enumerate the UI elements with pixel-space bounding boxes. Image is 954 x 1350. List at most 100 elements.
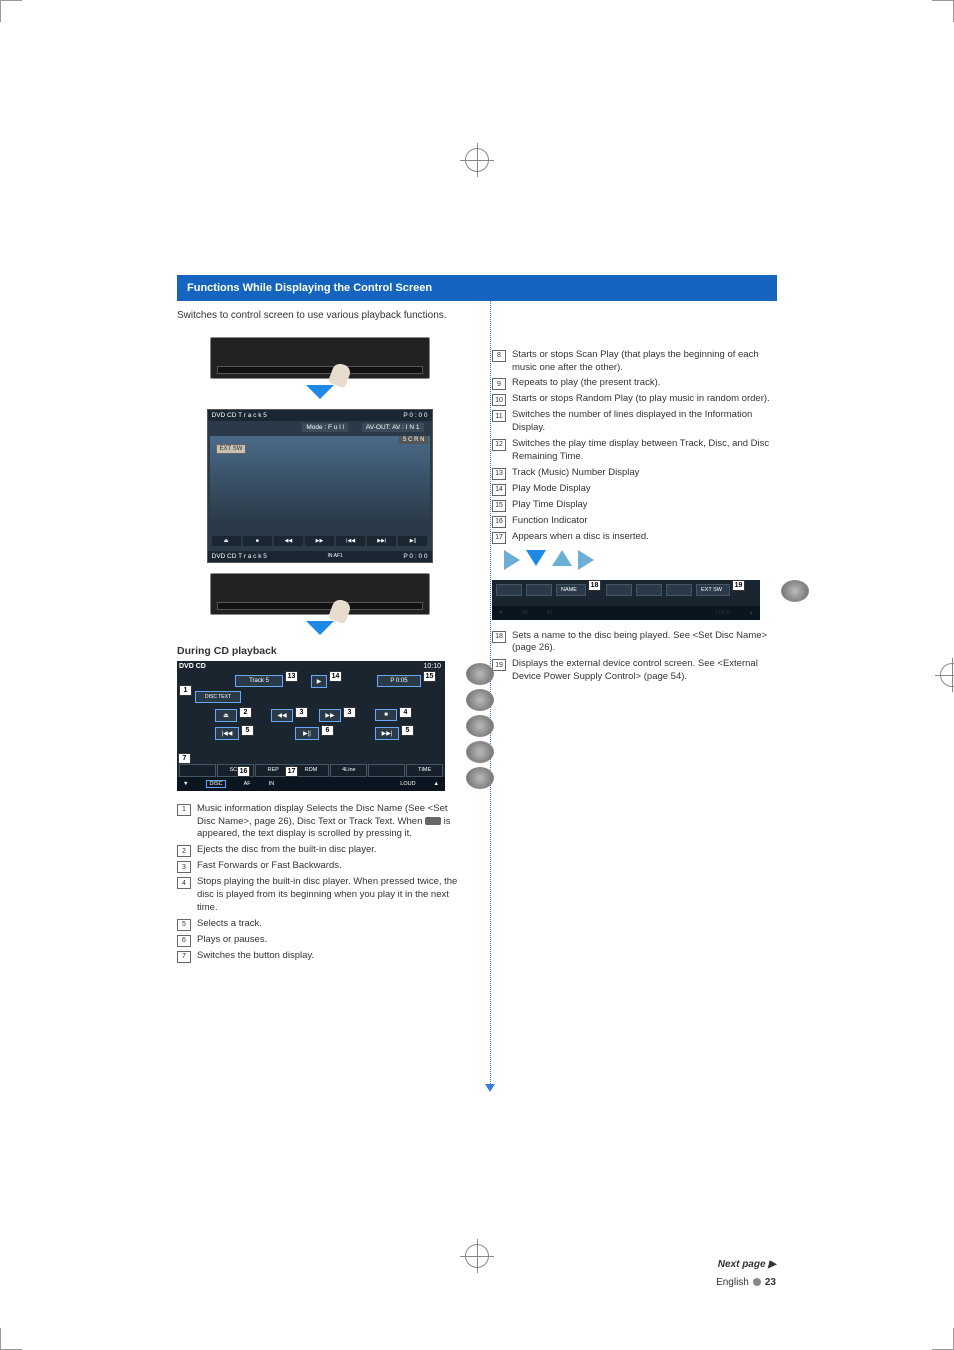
list-text: Starts or stops Scan Play (that plays th…	[512, 349, 777, 375]
footer-lang: English	[716, 1277, 749, 1288]
list-number: 5	[177, 919, 191, 931]
callout-3b: 3	[343, 707, 356, 718]
eject-icon: ⏏	[212, 536, 241, 546]
callout-6: 6	[321, 725, 334, 736]
dial-icon	[466, 767, 494, 789]
list-item: 2Ejects the disc from the built-in disc …	[177, 844, 462, 857]
left-column: DVD CD T r a c k 5 P 0 : 0 0 Mode : F u …	[177, 337, 462, 966]
crop-mark	[932, 0, 954, 22]
eject-icon: ⏏	[215, 709, 237, 722]
cd-title: DVD CD	[179, 663, 206, 670]
foot-down: ▼	[498, 610, 503, 616]
4line-button: 4Line	[330, 764, 367, 777]
rewind-icon: ◀◀	[274, 536, 303, 546]
list-number: 2	[177, 845, 191, 857]
list-item: 10 Starts or stops Random Play (to play m…	[492, 393, 777, 406]
list-text: Play Mode Display	[512, 483, 777, 496]
list-text: Repeats to play (the present track).	[512, 377, 777, 390]
button-strip-screen: NAME 18 EXT SW 19 ▼ AF IN LOUD ▲	[492, 580, 760, 620]
strip-footer: ▼ AF IN LOUD ▲	[492, 606, 760, 620]
list-item: 13 Track (Music) Number Display	[492, 467, 777, 480]
next-page: Next page ▶	[718, 1259, 776, 1270]
list-text: Stops playing the built-in disc player. …	[197, 876, 462, 914]
dial-icon	[781, 580, 809, 602]
cd-clock: 10:10	[423, 663, 441, 670]
list-number: 7	[177, 951, 191, 963]
foot-in: IN	[269, 781, 275, 787]
list-item: 1Music information display Selects the D…	[177, 803, 462, 841]
crop-mark	[932, 1328, 954, 1350]
cd-footer: ▼ DISC 16 AF IN 17 LOUD ▲	[177, 777, 445, 791]
intro-text: Switches to control screen to use variou…	[177, 309, 777, 323]
list-number: 9	[492, 378, 506, 390]
bottom-button-bar: 7 SCN REP RDM 4Line TIME	[179, 764, 443, 777]
list-text: Starts or stops Random Play (to play mus…	[512, 393, 777, 406]
list-text: Function Indicator	[512, 515, 777, 528]
strip-blank	[636, 584, 662, 596]
list-text: Appears when a disc is inserted.	[512, 531, 777, 544]
dot-icon	[753, 1278, 761, 1286]
registration-mark	[940, 663, 954, 687]
foot-af: AF	[521, 610, 528, 616]
list-number: 13	[492, 468, 506, 480]
list-number: 8	[492, 350, 506, 362]
callout-5b: 5	[401, 725, 414, 736]
foot-loud: LOUD	[400, 781, 415, 787]
callout-14: 14	[329, 671, 342, 682]
prev-icon: |◀◀	[336, 536, 365, 546]
foot-loud: LOUD	[715, 610, 730, 616]
list-item: 7Switches the button display.	[177, 950, 462, 963]
bs-button-row: ⏏ ■ ◀◀ ▶▶ |◀◀ ▶▶| ▶||	[212, 536, 428, 546]
list-number: 6	[177, 935, 191, 947]
rdm-button: RDM	[293, 764, 330, 777]
cd-subhead: During CD playback	[177, 645, 462, 657]
arrow-up-icon	[552, 550, 572, 566]
side-dial-icons	[466, 663, 496, 789]
thin-screenshot-top	[210, 337, 430, 379]
ffwd-icon: ▶▶	[305, 536, 334, 546]
list-text: Music information display Selects the Di…	[197, 803, 462, 841]
callout-13: 13	[285, 671, 298, 682]
dial-icon	[466, 715, 494, 737]
right-numbered-list-b: 18Sets a name to the disc being played. …	[492, 630, 777, 684]
stop-icon: ■	[375, 709, 397, 721]
list-item: 4Stops playing the built-in disc player.…	[177, 876, 462, 914]
list-item: 3Fast Forwards or Fast Backwards.	[177, 860, 462, 873]
bs-top-left: DVD CD T r a c k 5	[212, 412, 267, 419]
disc-text: DISC TEXT	[195, 691, 241, 703]
list-text: Switches the play time display between T…	[512, 438, 777, 464]
arrow-right-icon	[504, 550, 520, 570]
list-item: 19Displays the external device control s…	[492, 658, 777, 684]
next-icon: ▶▶|	[367, 536, 396, 546]
registration-mark	[465, 148, 489, 172]
crop-mark	[0, 0, 22, 22]
callout-3: 3	[295, 707, 308, 718]
name-button: NAME	[556, 584, 586, 596]
strip-blank	[666, 584, 692, 596]
bs-extsw: EXT SW	[216, 444, 247, 454]
playpause-icon: ▶||	[398, 536, 427, 546]
arrow-row	[504, 550, 777, 570]
callout-15: 15	[423, 671, 436, 682]
callout-5: 5	[241, 725, 254, 736]
registration-mark	[465, 1244, 489, 1268]
disc-indicator: DISC	[206, 780, 225, 788]
bs-bot-right: P 0 : 0 0	[403, 553, 427, 560]
callout-1: 1	[179, 685, 192, 696]
list-text: Track (Music) Number Display	[512, 467, 777, 480]
side-dial-icons	[781, 580, 811, 602]
callout-4: 4	[399, 707, 412, 718]
list-text: Plays or pauses.	[197, 934, 462, 947]
list-item: 5Selects a track.	[177, 918, 462, 931]
prev-icon: |◀◀	[215, 727, 239, 740]
control-screen-preview: DVD CD T r a c k 5 P 0 : 0 0 Mode : F u …	[207, 409, 433, 563]
bs-avout: AV-OUT: AV : I N 1	[362, 423, 424, 432]
list-item: 16Function Indicator	[492, 515, 777, 528]
extsw-button: EXT SW	[696, 584, 730, 596]
list-number: 14	[492, 484, 506, 496]
list-number: 15	[492, 500, 506, 512]
next-icon: ▶▶|	[375, 727, 399, 740]
bs-mode: Mode : F u l l	[302, 423, 348, 432]
list-number: 10	[492, 394, 506, 406]
scroll-icon	[425, 817, 441, 825]
